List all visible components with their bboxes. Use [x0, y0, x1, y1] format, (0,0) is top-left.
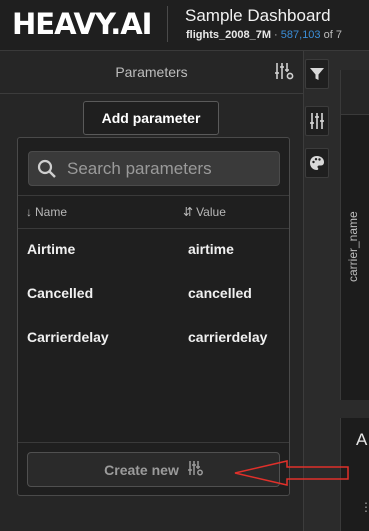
settings-sliders-icon[interactable]	[305, 106, 329, 136]
list-item[interactable]: Airtime airtime	[18, 227, 289, 271]
subtitle-separator: ·	[274, 29, 278, 41]
dataset-name[interactable]: flights_2008_7M	[186, 29, 271, 41]
annotation-arrow-icon	[234, 460, 349, 486]
header-divider	[167, 6, 168, 42]
palette-icon[interactable]	[305, 148, 329, 178]
sliders-icon	[187, 460, 203, 479]
parameters-popup: ↓ Name ⇵ Value Airtime airtime Cancelled…	[17, 137, 290, 496]
name-column-header: Name	[35, 205, 68, 219]
filter-icon[interactable]	[305, 59, 329, 89]
heavyai-logo[interactable]: HEAVY.AI	[12, 7, 152, 41]
column-header-row: ↓ Name ⇵ Value	[18, 195, 289, 229]
parameter-name: Airtime	[27, 241, 76, 257]
chart-card-header	[341, 70, 369, 115]
sliders-icon[interactable]	[274, 61, 294, 81]
parameter-value: airtime	[188, 241, 234, 257]
sort-by-name[interactable]: ↓ Name	[26, 205, 67, 219]
dashboard-subtitle: flights_2008_7M · 587,103 of 7	[186, 29, 342, 41]
dashboard-title[interactable]: Sample Dashboard	[185, 6, 331, 26]
parameter-value: cancelled	[188, 285, 252, 301]
list-item[interactable]: Carrierdelay carrierdelay	[18, 315, 289, 359]
sort-updown-icon: ⇵	[183, 205, 194, 219]
parameter-value: carrierdelay	[188, 329, 268, 345]
search-icon	[37, 159, 57, 184]
sort-by-value[interactable]: ⇵ Value	[183, 205, 226, 219]
parameter-name: Carrierdelay	[27, 329, 109, 345]
sort-down-icon: ↓	[26, 205, 32, 219]
create-new-label: Create new	[104, 461, 179, 478]
value-column-header: Value	[196, 205, 226, 219]
parameters-panel-header: Parameters	[0, 51, 303, 94]
second-chart-title: A	[356, 430, 368, 449]
search-parameters-input[interactable]	[67, 152, 272, 185]
top-header: HEAVY.AI Sample Dashboard flights_2008_7…	[0, 0, 369, 51]
card-menu-icon[interactable]: ⋮	[360, 500, 369, 514]
add-parameter-button[interactable]: Add parameter	[83, 101, 219, 135]
y-axis-label: carrier_name	[346, 211, 360, 282]
record-count-suffix: of 7	[323, 29, 342, 41]
list-item[interactable]: Cancelled cancelled	[18, 271, 289, 315]
parameter-name: Cancelled	[27, 285, 94, 301]
search-box	[28, 151, 280, 186]
record-count: 587,103	[280, 29, 321, 41]
panel-title: Parameters	[115, 64, 188, 80]
